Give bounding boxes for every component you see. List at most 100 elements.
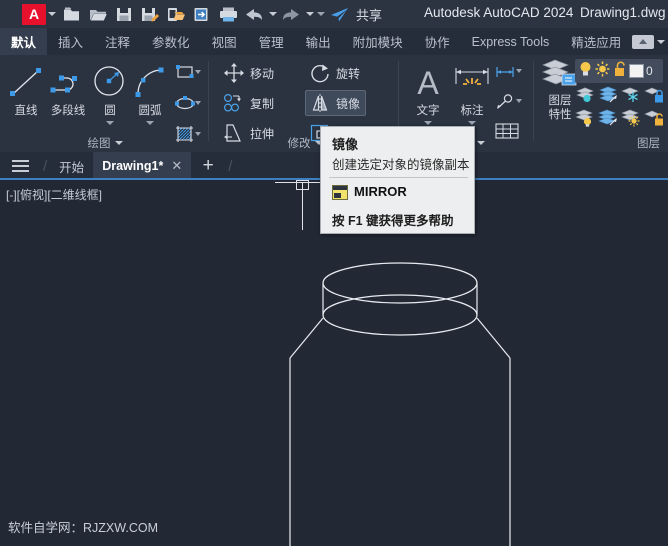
document-title: Drawing1.dwg bbox=[580, 5, 666, 20]
ribbon-tab-view[interactable]: 视图 bbox=[201, 28, 248, 55]
text-button[interactable]: A 文字 bbox=[406, 59, 450, 125]
layer-label-line2: 特性 bbox=[548, 109, 572, 121]
jar-shoulder-left bbox=[289, 317, 324, 359]
circle-dropdown-icon[interactable] bbox=[106, 121, 114, 125]
command-prompt-block bbox=[334, 193, 341, 198]
layer-match-icon[interactable] bbox=[598, 86, 620, 108]
dimension-button[interactable]: 标注 bbox=[450, 59, 494, 125]
jar-top-ellipse bbox=[322, 262, 478, 304]
rotate-button[interactable]: 旋转 bbox=[308, 60, 360, 86]
redo-dropdown[interactable] bbox=[304, 1, 315, 27]
move-icon bbox=[222, 61, 246, 85]
move-button[interactable]: 移动 bbox=[222, 60, 274, 86]
layer-make-current-icon[interactable] bbox=[575, 86, 597, 108]
linear-dimension-button[interactable] bbox=[492, 59, 518, 85]
panel-divider-1 bbox=[208, 61, 209, 141]
tooltip-command-name: MIRROR bbox=[354, 184, 407, 199]
redo-button[interactable] bbox=[278, 1, 304, 27]
unlock-icon[interactable] bbox=[612, 61, 627, 82]
new-tab-button[interactable]: + bbox=[191, 152, 225, 180]
tooltip-help-text: 按 F1 键获得更多帮助 bbox=[332, 214, 454, 228]
share-icon[interactable] bbox=[326, 1, 352, 27]
qat-customize-dropdown[interactable] bbox=[315, 1, 326, 27]
leader-dropdown-icon[interactable] bbox=[516, 99, 522, 103]
tab-separator-1: / bbox=[43, 157, 48, 175]
dimension-dropdown-icon[interactable] bbox=[468, 121, 476, 125]
open-folder-button[interactable] bbox=[85, 1, 111, 27]
document-tab-drawing1[interactable]: Drawing1* ✕ bbox=[93, 152, 192, 180]
mirror-button[interactable]: 镜像 bbox=[305, 90, 367, 116]
ribbon-minimize-button[interactable] bbox=[632, 34, 655, 49]
rectangle-dropdown-icon[interactable] bbox=[195, 70, 201, 74]
plot-button[interactable] bbox=[215, 1, 241, 27]
ribbon-tab-collaborate[interactable]: 协作 bbox=[414, 28, 461, 55]
copy-button[interactable]: 复制 bbox=[222, 90, 274, 116]
ribbon-tab-addins[interactable]: 附加模块 bbox=[342, 28, 414, 55]
panel-draw: 直线 多段线 圆 圆弧 绘图 bbox=[0, 55, 210, 152]
ribbon-tab-manage[interactable]: 管理 bbox=[248, 28, 295, 55]
open-from-web-button[interactable] bbox=[163, 1, 189, 27]
layer-off-icon[interactable] bbox=[575, 109, 597, 131]
save-to-web-button[interactable] bbox=[189, 1, 215, 27]
sun-freeze-icon[interactable] bbox=[595, 61, 610, 82]
document-tab-drawing1-label: Drawing1* bbox=[102, 159, 164, 173]
tooltip-title: 镜像 bbox=[332, 137, 359, 152]
ellipse-dropdown-icon[interactable] bbox=[195, 101, 201, 105]
line-icon bbox=[8, 59, 44, 99]
layer-label-line1: 图层 bbox=[548, 95, 572, 107]
save-as-button[interactable] bbox=[137, 1, 163, 27]
line-button[interactable]: 直线 bbox=[4, 59, 48, 118]
layer-tools-grid bbox=[575, 86, 666, 131]
ribbon-tab-parametric[interactable]: 参数化 bbox=[141, 28, 201, 55]
layer-thaw-icon[interactable] bbox=[621, 109, 643, 131]
circle-button[interactable]: 圆 bbox=[88, 59, 132, 125]
ribbon-tab-annotate[interactable]: 注释 bbox=[94, 28, 141, 55]
ribbon-tab-output[interactable]: 输出 bbox=[295, 28, 342, 55]
share-label[interactable]: 共享 bbox=[356, 5, 382, 24]
arc-button[interactable]: 圆弧 bbox=[128, 59, 172, 125]
layer-freeze-icon[interactable] bbox=[621, 86, 643, 108]
tab-separator-2: / bbox=[228, 157, 233, 175]
rotate-icon bbox=[308, 61, 332, 85]
leader-button[interactable] bbox=[492, 89, 518, 115]
qat-logo-dropdown[interactable] bbox=[46, 1, 57, 27]
panel-annotation-expand-icon[interactable] bbox=[477, 141, 485, 145]
text-dropdown-icon[interactable] bbox=[424, 121, 432, 125]
drawing-canvas[interactable]: [-][俯视][二维线框] 软件自学网：RJZXW.COM bbox=[0, 180, 668, 546]
ribbon-tab-home[interactable]: 默认 bbox=[0, 28, 48, 55]
autocad-logo-icon[interactable]: A bbox=[22, 3, 46, 25]
layer-unlock-icon[interactable] bbox=[644, 109, 666, 131]
close-icon[interactable]: ✕ bbox=[171, 158, 182, 174]
undo-button[interactable] bbox=[241, 1, 267, 27]
hamburger-menu-icon[interactable] bbox=[0, 152, 40, 180]
site-watermark: 软件自学网：RJZXW.COM bbox=[8, 521, 158, 535]
layer-change-icon[interactable] bbox=[598, 109, 620, 131]
tooltip-description: 创建选定对象的镜像副本 bbox=[332, 158, 470, 172]
autocad-window: A 共享 Autodesk AutoCAD 2024 Drawing1.dwg … bbox=[0, 0, 668, 546]
polyline-button[interactable]: 多段线 bbox=[46, 59, 90, 118]
linear-dimension-dropdown-icon[interactable] bbox=[516, 69, 522, 73]
quick-access-toolbar: 共享 bbox=[59, 1, 382, 27]
panel-draw-expand-icon[interactable] bbox=[114, 141, 123, 145]
lightbulb-on-icon[interactable] bbox=[578, 61, 593, 82]
panel-draw-title[interactable]: 绘图 bbox=[0, 135, 210, 151]
copy-label: 复制 bbox=[250, 96, 275, 111]
ribbon-minimize-dropdown-icon[interactable] bbox=[657, 39, 666, 44]
new-file-button[interactable] bbox=[59, 1, 85, 27]
panel-layers-title-label: 图层 bbox=[637, 138, 660, 150]
panel-layers-title[interactable]: 图层 bbox=[535, 135, 668, 151]
layer-state-strip[interactable]: 0 bbox=[575, 59, 663, 83]
ribbon-tab-bar: 默认 插入 注释 参数化 视图 管理 输出 附加模块 协作 Express To… bbox=[0, 28, 668, 55]
mirror-tooltip: 镜像 创建选定对象的镜像副本 MIRROR 按 F1 键获得更多帮助 bbox=[320, 126, 475, 234]
ribbon-tab-express-tools[interactable]: Express Tools bbox=[461, 28, 561, 55]
document-tab-start[interactable]: 开始 bbox=[50, 152, 93, 180]
layer-lock-icon[interactable] bbox=[644, 86, 666, 108]
hamburger-bars bbox=[11, 157, 29, 175]
layer-color-swatch-icon[interactable] bbox=[629, 64, 644, 78]
ribbon-tab-insert[interactable]: 插入 bbox=[47, 28, 94, 55]
undo-dropdown[interactable] bbox=[267, 1, 278, 27]
save-button[interactable] bbox=[111, 1, 137, 27]
ribbon-tab-featured-apps[interactable]: 精选应用 bbox=[560, 28, 632, 55]
ribbon-minimize-group bbox=[632, 28, 668, 55]
arc-dropdown-icon[interactable] bbox=[146, 121, 154, 125]
